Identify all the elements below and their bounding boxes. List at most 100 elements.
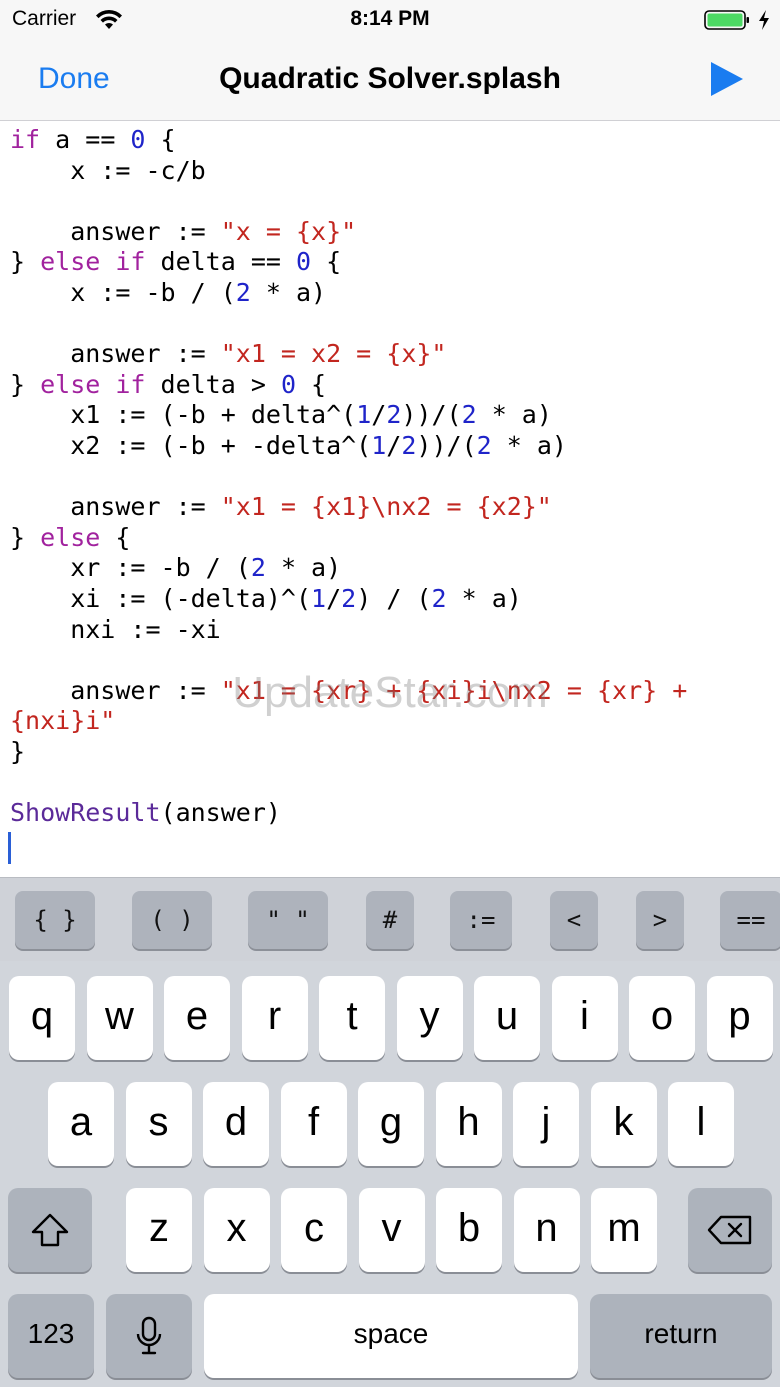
accessory-key-parens[interactable]: ( )	[132, 891, 212, 949]
key-p[interactable]: p	[706, 976, 773, 1060]
code-token-plain: a ==	[40, 125, 131, 154]
code-token-num: 2	[461, 400, 477, 430]
code-token-num: 2	[341, 583, 357, 613]
code-token-plain: ))/(	[401, 400, 462, 430]
accessory-key-hash[interactable]: #	[366, 891, 414, 949]
code-token-plain: {	[311, 247, 342, 277]
code-token-plain: ))/(	[416, 430, 477, 460]
code-token-plain: xi := (-delta)^(	[10, 583, 312, 613]
play-icon[interactable]	[708, 60, 746, 98]
accessory-key-less-than[interactable]: <	[550, 891, 598, 949]
key-h[interactable]: h	[435, 1082, 502, 1166]
code-token-num: 0	[295, 247, 312, 277]
code-token-plain: * a)	[250, 277, 327, 307]
code-token-str: "x1 = x2 = {x}"	[220, 339, 447, 369]
accessory-key-greater-than[interactable]: >	[636, 891, 684, 949]
key-t[interactable]: t	[319, 976, 385, 1060]
code-token-plain: * a)	[265, 553, 342, 583]
code-line: x2 := (-b + -delta^(1/2))/(2 * a)	[10, 431, 775, 462]
code-token-kw: if	[10, 125, 41, 154]
code-token-plain: x := -b / (	[10, 277, 236, 307]
code-token-str: {nxi}i"	[10, 706, 116, 736]
key-k[interactable]: k	[590, 1082, 657, 1166]
accessory-key-quotes[interactable]: " "	[248, 891, 328, 949]
delete-key[interactable]	[688, 1188, 772, 1272]
code-line: xr := -b / (2 * a)	[10, 553, 775, 584]
code-line: } else if delta == 0 {	[10, 247, 775, 278]
key-w[interactable]: w	[86, 976, 153, 1060]
code-line: ShowResult(answer)	[10, 798, 775, 829]
keyboard: 123 space return qwertyuiop asdfghjkl zxcv…	[0, 961, 780, 1387]
code-token-plain: {	[100, 522, 131, 552]
code-token-plain: xr := -b / (	[10, 553, 251, 583]
code-token-num: 2	[431, 583, 447, 613]
accessory-key-equals[interactable]: ==	[720, 891, 780, 949]
clock: 8:14 PM	[350, 7, 430, 30]
key-m[interactable]: m	[591, 1188, 657, 1272]
key-u[interactable]: u	[474, 976, 540, 1060]
delete-icon	[707, 1215, 752, 1245]
code-line: }	[10, 737, 775, 768]
key-a[interactable]: a	[48, 1082, 114, 1166]
code-token-plain: {	[296, 369, 327, 399]
code-token-plain: /	[371, 400, 387, 430]
code-token-plain: answer :=	[10, 216, 221, 246]
key-g[interactable]: g	[358, 1082, 424, 1166]
code-token-num: 2	[401, 430, 417, 460]
key-e[interactable]: e	[164, 976, 230, 1060]
code-token-plain: (answer)	[160, 798, 281, 828]
key-j[interactable]: j	[513, 1082, 579, 1166]
code-line: nxi := -xi	[10, 615, 775, 646]
code-line: } else if delta > 0 {	[10, 370, 775, 401]
status-bar: Carrier 8:14 PM	[0, 0, 780, 40]
code-token-plain: * a)	[446, 583, 522, 613]
space-key[interactable]: space	[204, 1294, 578, 1378]
key-i[interactable]: i	[551, 976, 618, 1060]
code-line: x := -b / (2 * a)	[10, 278, 775, 309]
code-token-num: 2	[476, 430, 492, 460]
numbers-key[interactable]: 123	[8, 1294, 94, 1378]
key-s[interactable]: s	[125, 1082, 192, 1166]
code-token-str: "x = {x}"	[220, 216, 357, 246]
accessory-key-assign[interactable]: :=	[450, 891, 512, 949]
code-token-plain: delta ==	[145, 247, 296, 277]
code-token-str: "x1 = {xr} + {xi}i\nx2 = {xr} +	[220, 675, 688, 705]
code-line: answer := "x = {x}"	[10, 217, 775, 248]
key-x[interactable]: x	[203, 1188, 270, 1272]
code-token-kw: else if	[40, 369, 146, 399]
microphone-key[interactable]	[106, 1294, 192, 1378]
key-v[interactable]: v	[358, 1188, 425, 1272]
code-token-plain: x1 := (-b + delta^(	[10, 400, 357, 430]
code-editor[interactable]: if a == 0 { x := -c/b​ answer := "x = {x…	[10, 125, 775, 877]
code-line: x := -c/b	[10, 156, 775, 187]
key-o[interactable]: o	[629, 976, 695, 1060]
code-token-plain: * a)	[491, 430, 567, 460]
key-f[interactable]: f	[280, 1082, 347, 1166]
code-token-plain: /	[386, 430, 402, 460]
accessory-key-braces[interactable]: { }	[15, 891, 95, 949]
code-line: ​	[10, 186, 775, 217]
code-token-plain: x2 := (-b + -delta^(	[10, 430, 372, 460]
key-d[interactable]: d	[203, 1082, 269, 1166]
code-token-num: 1	[371, 430, 387, 460]
code-token-plain: * a)	[476, 400, 552, 430]
code-line: if a == 0 {	[10, 125, 775, 156]
key-b[interactable]: b	[436, 1188, 502, 1272]
code-text[interactable]: if a == 0 { x := -c/b​ answer := "x = {x…	[10, 125, 775, 829]
shift-key[interactable]	[8, 1188, 92, 1272]
key-n[interactable]: n	[513, 1188, 580, 1272]
key-y[interactable]: y	[396, 976, 463, 1060]
key-q[interactable]: q	[9, 976, 75, 1060]
code-token-plain: x := -c/b	[10, 155, 206, 185]
code-token-num: 2	[235, 277, 251, 307]
code-line: ​	[10, 309, 775, 340]
key-l[interactable]: l	[668, 1082, 734, 1166]
code-line: ​	[10, 645, 775, 676]
battery-icon	[704, 10, 749, 30]
code-token-plain: }	[10, 247, 41, 277]
key-z[interactable]: z	[126, 1188, 192, 1272]
key-r[interactable]: r	[241, 976, 308, 1060]
text-cursor	[8, 832, 11, 864]
return-key[interactable]: return	[590, 1294, 772, 1378]
key-c[interactable]: c	[281, 1188, 347, 1272]
